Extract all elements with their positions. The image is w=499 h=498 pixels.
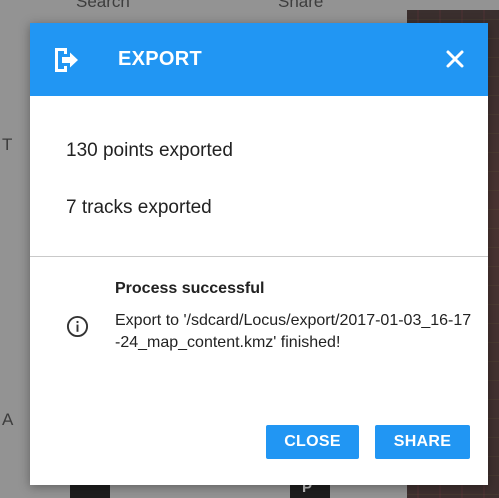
close-button[interactable]: CLOSE xyxy=(266,425,359,459)
share-button[interactable]: SHARE xyxy=(375,425,470,459)
background-search-label: Search xyxy=(76,0,130,11)
message-text: Export to '/sdcard/Locus/export/2017-01-… xyxy=(115,312,472,351)
background-left-text-2: A xyxy=(2,410,14,429)
background-share-label: Share xyxy=(278,0,324,11)
divider xyxy=(30,256,488,257)
export-icon xyxy=(55,48,78,72)
background-left-text-1: T xyxy=(2,135,13,154)
dialog-title: EXPORT xyxy=(118,48,203,70)
points-exported-text: 130 points exported xyxy=(66,140,233,161)
info-icon xyxy=(66,315,89,338)
tracks-exported-text: 7 tracks exported xyxy=(66,197,212,218)
close-icon[interactable] xyxy=(442,46,468,72)
dialog-header: EXPORT xyxy=(30,23,488,96)
export-dialog: EXPORT 130 points exported 7 tracks expo… xyxy=(30,23,488,485)
message-title: Process successful xyxy=(115,280,265,297)
